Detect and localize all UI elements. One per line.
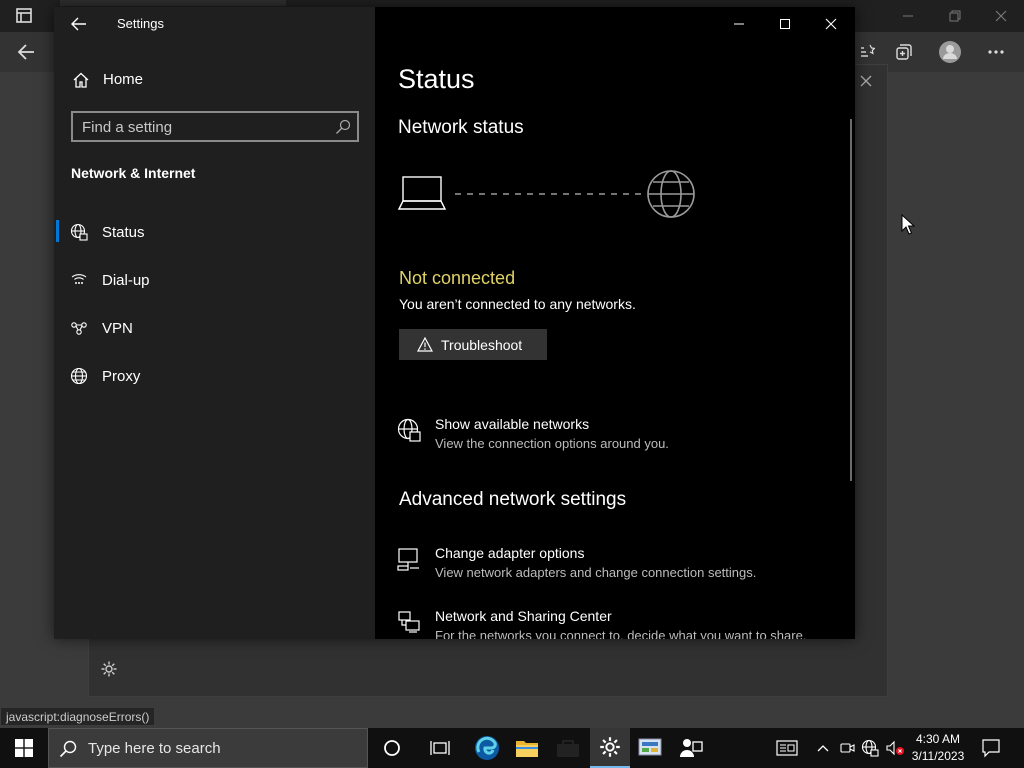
sidebar-item-status[interactable]: Status: [54, 216, 375, 248]
home-icon: [72, 71, 90, 89]
sharing-center-icon: [397, 610, 421, 634]
dialup-icon: [70, 271, 88, 289]
status-globe-icon: [70, 223, 88, 241]
internet-globe-icon: [647, 170, 695, 218]
troubleshoot-button[interactable]: Troubleshoot: [399, 329, 547, 360]
task-view-icon[interactable]: [420, 728, 460, 768]
chevron-up-icon[interactable]: [813, 728, 833, 768]
taskbar-search-box[interactable]: Type here to search: [48, 728, 368, 768]
adapter-monitor-icon: [397, 547, 421, 571]
sidebar-item-label: Proxy: [102, 368, 141, 385]
gear-icon[interactable]: [100, 660, 118, 678]
settings-nav-pane: Settings Home Network & Internet Status: [54, 7, 375, 639]
clock-time: 4:30 AM: [915, 732, 961, 746]
network-globe-icon: [397, 418, 421, 442]
mouse-cursor-icon: [901, 214, 915, 236]
start-button[interactable]: [0, 728, 48, 768]
taskbar-clock[interactable]: 4:30 AM 3/11/2023: [905, 731, 971, 765]
settings-app-icon[interactable]: [590, 728, 630, 768]
show-available-networks-link[interactable]: Show available networks View the connect…: [397, 416, 837, 456]
clock-date: 3/11/2023: [911, 749, 965, 763]
sidebar-item-proxy[interactable]: Proxy: [54, 360, 375, 392]
file-explorer-icon[interactable]: [507, 728, 547, 768]
change-adapter-title: Change adapter options: [435, 545, 585, 561]
advanced-network-heading: Advanced network settings: [399, 489, 627, 510]
people-app-icon[interactable]: [671, 728, 711, 768]
settings-content-pane: Status Network status Not connected You …: [375, 7, 855, 639]
taskbar: Type here to search 4:30 AM 3/11/2023: [0, 728, 1024, 768]
status-bar-url: javascript:diagnoseErrors(): [0, 707, 156, 726]
news-widget-icon[interactable]: [774, 728, 800, 768]
globe-icon: [70, 367, 88, 385]
back-arrow-icon[interactable]: [68, 15, 90, 33]
browser-back-icon[interactable]: [14, 40, 42, 64]
edge-browser-icon[interactable]: [467, 728, 507, 768]
network-diagram: [398, 167, 698, 223]
page-title: Status: [398, 64, 475, 94]
sidebar-item-vpn[interactable]: VPN: [54, 312, 375, 344]
volume-muted-icon[interactable]: [884, 728, 906, 768]
network-globe-tray-icon[interactable]: [860, 728, 880, 768]
connection-description: You aren’t connected to any networks.: [399, 296, 636, 312]
find-setting-search[interactable]: [71, 111, 359, 142]
taskbar-search-placeholder: Type here to search: [88, 740, 221, 757]
search-input[interactable]: [82, 117, 322, 137]
collections-icon[interactable]: [890, 40, 918, 64]
network-status-heading: Network status: [398, 117, 524, 138]
nav-section-title: Network & Internet: [71, 165, 196, 181]
close-icon[interactable]: [808, 13, 854, 35]
tab-actions-icon[interactable]: [14, 7, 34, 25]
sharing-center-desc: For the networks you connect to, decide …: [435, 628, 807, 639]
connection-state: Not connected: [399, 268, 516, 288]
browser-tab[interactable]: [60, 0, 286, 6]
cortana-icon[interactable]: [372, 728, 412, 768]
sidebar-item-label: Dial-up: [102, 272, 150, 289]
maximize-icon[interactable]: [762, 13, 808, 35]
browser-close-icon[interactable]: [986, 5, 1016, 27]
favorites-icon[interactable]: [852, 40, 880, 64]
store-icon[interactable]: [548, 728, 588, 768]
windows-logo-icon: [15, 739, 33, 757]
show-networks-desc: View the connection options around you.: [435, 436, 669, 451]
laptop-icon: [398, 176, 447, 210]
settings-window: Settings Home Network & Internet Status: [54, 7, 855, 639]
vpn-icon: [70, 319, 88, 337]
show-networks-title: Show available networks: [435, 416, 590, 432]
sidebar-item-label: Status: [102, 224, 145, 241]
notifications-icon[interactable]: [980, 737, 1002, 759]
search-icon[interactable]: [335, 119, 351, 135]
sidebar-item-label: VPN: [102, 320, 133, 337]
sidebar-item-dialup[interactable]: Dial-up: [54, 264, 375, 296]
nav-home-label: Home: [103, 71, 144, 88]
search-icon: [59, 740, 77, 758]
control-panel-icon[interactable]: [630, 728, 670, 768]
app-title: Settings: [117, 16, 164, 31]
scrollbar[interactable]: [850, 119, 852, 481]
warning-icon: [417, 337, 433, 352]
troubleshoot-label: Troubleshoot: [441, 336, 523, 353]
more-options-icon[interactable]: [982, 40, 1010, 64]
network-sharing-center-link[interactable]: Network and Sharing Center For the netwo…: [397, 608, 837, 639]
dialog-close-icon[interactable]: [856, 70, 876, 92]
nav-home[interactable]: Home: [54, 68, 375, 92]
profile-avatar-icon[interactable]: [936, 40, 964, 64]
meet-now-icon[interactable]: [838, 728, 856, 768]
browser-minimize-icon[interactable]: [893, 5, 923, 27]
change-adapter-options-link[interactable]: Change adapter options View network adap…: [397, 545, 837, 585]
sharing-center-title: Network and Sharing Center: [435, 608, 612, 624]
browser-restore-icon[interactable]: [940, 5, 970, 27]
change-adapter-desc: View network adapters and change connect…: [435, 565, 757, 580]
minimize-icon[interactable]: [716, 13, 762, 35]
